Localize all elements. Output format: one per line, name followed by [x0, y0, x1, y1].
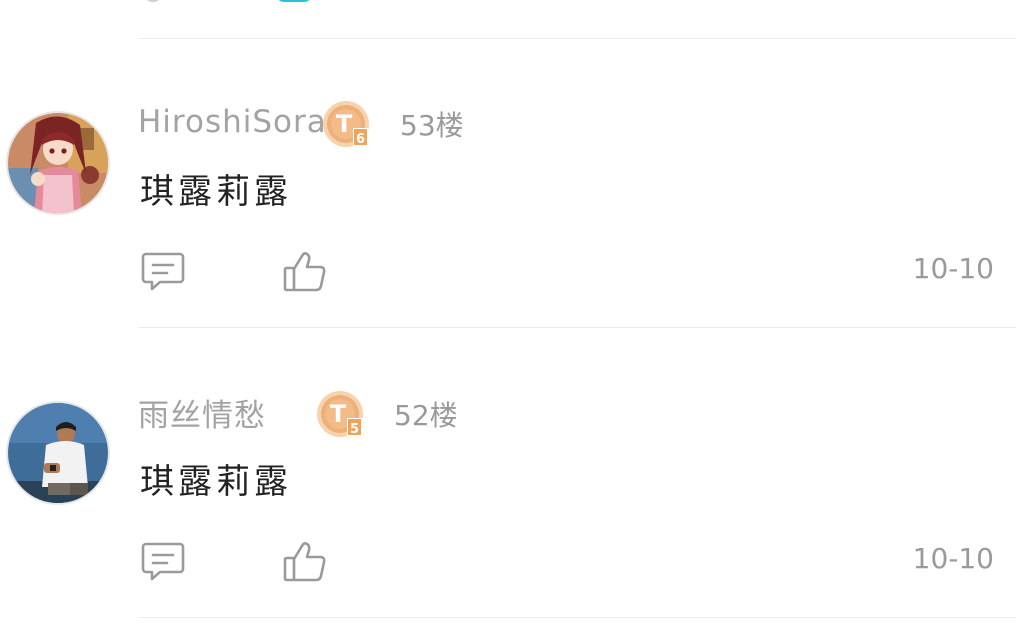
- comment-item: HiroshiSora T 6 53楼 琪露莉露 10-10: [0, 38, 1016, 328]
- comment-icon: [141, 252, 185, 291]
- level-letter: T: [330, 400, 347, 428]
- avatar[interactable]: [6, 401, 110, 505]
- comment-list-screen: HiroshiSora T 6 53楼 琪露莉露 10-10 雨丝情愁 T 5 …: [0, 0, 1016, 628]
- floor-number: 53楼: [400, 109, 464, 142]
- floor-number: 52楼: [394, 399, 458, 432]
- username[interactable]: 雨丝情愁: [138, 390, 266, 435]
- level-medal-icon: T 6: [323, 101, 369, 147]
- comment-item: 雨丝情愁 T 5 52楼 琪露莉露 10-10: [0, 328, 1016, 618]
- thumbs-up-icon: [283, 252, 326, 292]
- previous-badge-fragment: [276, 0, 312, 2]
- comment-date: 10-10: [912, 252, 994, 285]
- comment-icon: [141, 542, 185, 581]
- avatar[interactable]: [6, 111, 110, 215]
- comment-content: 琪露莉露: [140, 172, 292, 212]
- username[interactable]: HiroshiSora: [138, 104, 327, 140]
- anime-girl-avatar-image: [8, 113, 108, 213]
- level-number: 6: [356, 132, 365, 147]
- level-badge: T 6: [322, 100, 370, 148]
- man-photo-avatar-image: [8, 403, 108, 503]
- reply-button[interactable]: [140, 538, 186, 584]
- level-medal-icon: T 5: [317, 391, 363, 437]
- comment-date: 10-10: [912, 542, 994, 575]
- like-button[interactable]: [282, 538, 328, 584]
- like-button[interactable]: [282, 248, 328, 294]
- comment-content: 琪露莉露: [140, 462, 292, 502]
- previous-comment-remnant: [0, 0, 1016, 40]
- level-badge: T 5: [316, 390, 364, 438]
- reply-button[interactable]: [140, 248, 186, 294]
- divider: [138, 617, 1016, 618]
- level-number: 5: [350, 422, 359, 437]
- previous-icon-fragment: [146, 0, 160, 2]
- thumbs-up-icon: [283, 542, 326, 582]
- level-letter: T: [336, 110, 353, 138]
